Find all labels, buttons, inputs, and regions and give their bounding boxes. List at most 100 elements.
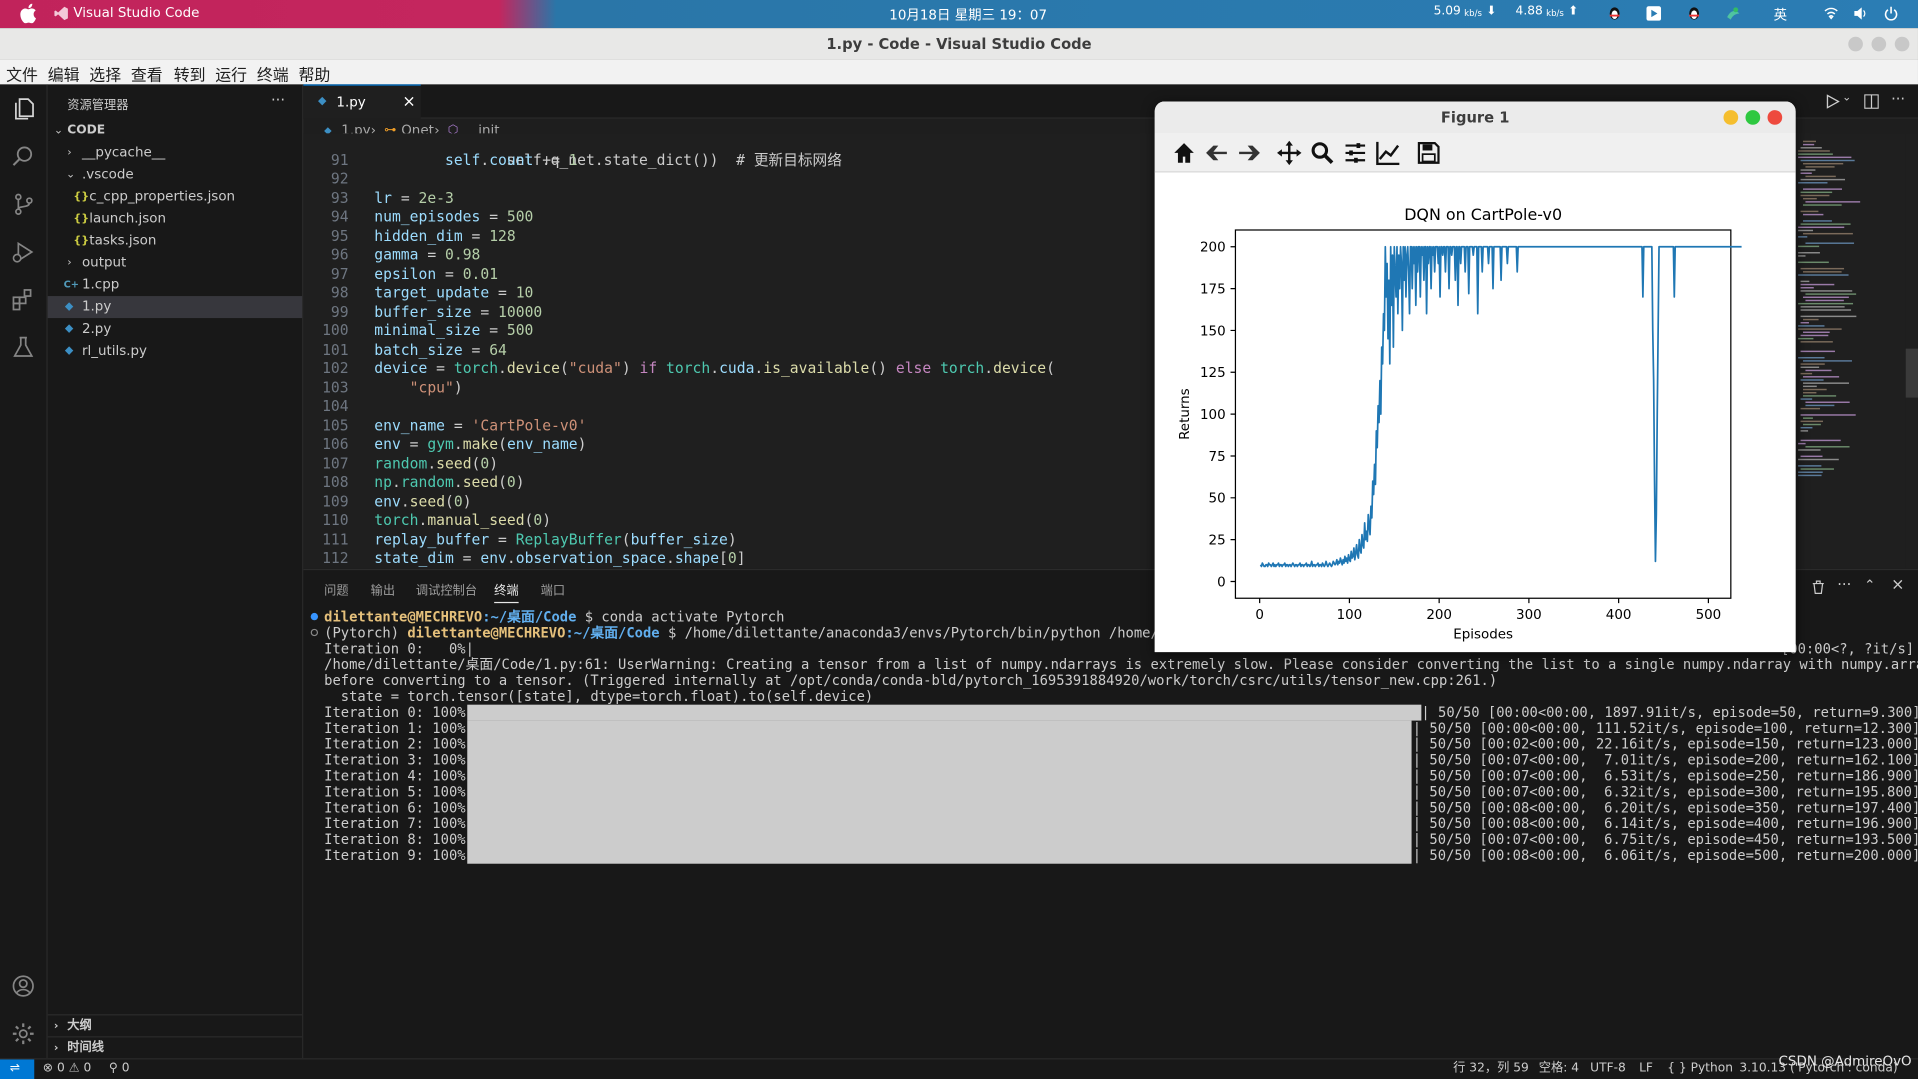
- code-text: "cpu"): [409, 378, 463, 396]
- tree-item-pycache[interactable]: › __pycache__: [48, 142, 302, 164]
- account-icon[interactable]: [11, 974, 35, 998]
- menu-terminal[interactable]: 终端: [257, 62, 289, 85]
- back-arrow-icon[interactable]: [1205, 141, 1229, 165]
- settings-gear-icon[interactable]: [11, 1022, 35, 1046]
- workspace-root[interactable]: ⌄ CODE: [48, 120, 302, 142]
- cursor-position[interactable]: 行 32，列 59: [1453, 1059, 1529, 1079]
- search-icon[interactable]: [11, 144, 35, 168]
- qq-penguin-icon[interactable]: [1607, 6, 1622, 21]
- menu-view[interactable]: 查看: [131, 62, 163, 85]
- menu-go[interactable]: 转到: [174, 62, 206, 85]
- figure-canvas[interactable]: DQN on CartPole-v0 0 100 200 300 400 500 0 25 50 7…: [1154, 172, 1796, 653]
- tab-problems[interactable]: 问题: [324, 580, 348, 598]
- code-text: np.random.seed(0): [374, 473, 525, 491]
- menu-help[interactable]: 帮助: [298, 62, 330, 85]
- apple-logo-icon[interactable]: [20, 3, 37, 24]
- window-title-bar[interactable]: 1.py - Code - Visual Studio Code: [0, 28, 1918, 60]
- tree-item-vscode[interactable]: ⌄ .vscode: [48, 164, 302, 186]
- input-method-indicator[interactable]: 英: [1774, 5, 1787, 25]
- media-player-icon[interactable]: [1646, 6, 1662, 21]
- configure-subplots-icon[interactable]: [1343, 141, 1367, 165]
- power-icon[interactable]: [1884, 6, 1899, 21]
- close-tab-icon[interactable]: ×: [402, 86, 415, 119]
- line-number: 96: [330, 245, 349, 264]
- qq-penguin-icon-2[interactable]: [1687, 6, 1702, 21]
- code-line-partial: self.q_net.state_dict()) # 更新目标网络: [303, 133, 842, 168]
- y-tick-label: 125: [1200, 366, 1226, 381]
- tab-output[interactable]: 输出: [371, 580, 395, 598]
- line-number: 103: [322, 378, 349, 396]
- minimap[interactable]: [1795, 133, 1906, 569]
- end-of-line[interactable]: LF: [1639, 1059, 1653, 1079]
- tree-item-tasks-json[interactable]: {} tasks.json: [48, 230, 302, 252]
- app-tray-icon[interactable]: [1726, 6, 1741, 21]
- run-debug-icon[interactable]: [11, 240, 35, 264]
- tree-item-label: c_cpp_properties.json: [89, 188, 236, 205]
- testing-flask-icon[interactable]: [11, 335, 35, 359]
- edit-axis-icon[interactable]: [1376, 141, 1400, 166]
- scrollbar-thumb[interactable]: [1905, 348, 1918, 398]
- figure-close-button[interactable]: [1767, 110, 1783, 125]
- explorer-icon[interactable]: [11, 97, 35, 121]
- figure-maximize-button[interactable]: [1745, 110, 1761, 125]
- kill-terminal-trash-icon[interactable]: [1812, 580, 1825, 595]
- tree-item-output[interactable]: › output: [48, 252, 302, 274]
- tree-item-2-py[interactable]: ◆ 2.py: [48, 318, 302, 340]
- terminal[interactable]: dilettante@MECHREVO:~/桌面/Code $ conda ac…: [303, 607, 1918, 1060]
- tab-1-py[interactable]: ◆ 1.py ×: [303, 84, 421, 119]
- tree-item-c-cpp-properties[interactable]: {} c_cpp_properties.json: [48, 186, 302, 208]
- save-icon[interactable]: [1416, 141, 1440, 165]
- pan-icon[interactable]: [1277, 140, 1302, 166]
- active-app-name[interactable]: Visual Studio Code: [73, 5, 199, 21]
- figure-window[interactable]: Figure 1 DQN on CartPole-v0 0 100 200 300 400…: [1154, 101, 1796, 653]
- more-actions-icon[interactable]: ···: [1837, 576, 1851, 593]
- figure-minimize-button[interactable]: [1723, 110, 1739, 125]
- extensions-icon[interactable]: [11, 287, 35, 311]
- python-file-icon: ◆: [64, 322, 74, 336]
- forward-arrow-icon[interactable]: [1237, 141, 1261, 165]
- tree-item-launch-json[interactable]: {} launch.json: [48, 208, 302, 230]
- outline-section[interactable]: › 大纲: [47, 1014, 303, 1036]
- editor-scrollbar[interactable]: [1905, 133, 1918, 569]
- wifi-icon[interactable]: [1824, 6, 1839, 21]
- more-actions-icon[interactable]: ···: [1891, 91, 1905, 108]
- problems-count[interactable]: ⊗ 0 ⚠ 0: [43, 1059, 91, 1079]
- iteration-label: Iteration 6: 100%|: [324, 800, 474, 817]
- tree-item-1-py[interactable]: ◆ 1.py: [47, 296, 303, 319]
- encoding[interactable]: UTF-8: [1590, 1059, 1626, 1079]
- home-icon[interactable]: [1172, 141, 1196, 165]
- iteration-label: Iteration 1: 100%|: [324, 720, 474, 737]
- run-file-icon[interactable]: [1825, 94, 1840, 109]
- more-actions-button[interactable]: ···: [271, 92, 285, 109]
- source-control-icon[interactable]: [11, 192, 35, 216]
- zoom-icon[interactable]: [1310, 141, 1334, 165]
- close-window-button[interactable]: [1894, 36, 1910, 52]
- tab-debug-console[interactable]: 调试控制台: [416, 580, 477, 598]
- close-panel-icon[interactable]: ×: [1891, 576, 1904, 594]
- split-editor-icon[interactable]: [1864, 94, 1879, 109]
- menu-file[interactable]: 文件: [6, 62, 38, 85]
- minimize-button[interactable]: [1848, 36, 1863, 52]
- chevron-down-icon[interactable]: ⌄: [1842, 92, 1851, 104]
- tree-item-1-cpp[interactable]: C+ 1.cpp: [48, 274, 302, 296]
- tree-item-rl-utils[interactable]: ◆ rl_utils.py: [48, 340, 302, 362]
- language-mode[interactable]: { } Python: [1667, 1059, 1733, 1079]
- remote-indicator[interactable]: ⇌: [0, 1059, 35, 1079]
- indentation[interactable]: 空格: 4: [1539, 1059, 1579, 1079]
- code-text: torch.manual_seed(0): [374, 511, 552, 529]
- menu-edit[interactable]: 编辑: [48, 62, 80, 85]
- figure-title-bar[interactable]: Figure 1: [1154, 101, 1796, 134]
- menu-selection[interactable]: 选择: [89, 62, 121, 85]
- system-clock[interactable]: 10月18日 星期三 19：07: [889, 5, 1047, 25]
- timeline-section[interactable]: › 时间线: [47, 1036, 303, 1058]
- maximize-panel-icon[interactable]: ⌃: [1864, 577, 1875, 593]
- menu-run[interactable]: 运行: [215, 62, 247, 85]
- ports-count[interactable]: ⚲ 0: [109, 1059, 130, 1079]
- prompt-path: :~/桌面/Code: [482, 609, 577, 626]
- line-number: 95: [330, 226, 349, 245]
- code-text: gamma = 0.98: [374, 245, 481, 264]
- maximize-button[interactable]: [1871, 36, 1887, 52]
- tab-terminal[interactable]: 终端: [494, 580, 519, 604]
- tab-ports[interactable]: 端口: [541, 580, 565, 598]
- volume-icon[interactable]: [1853, 6, 1868, 21]
